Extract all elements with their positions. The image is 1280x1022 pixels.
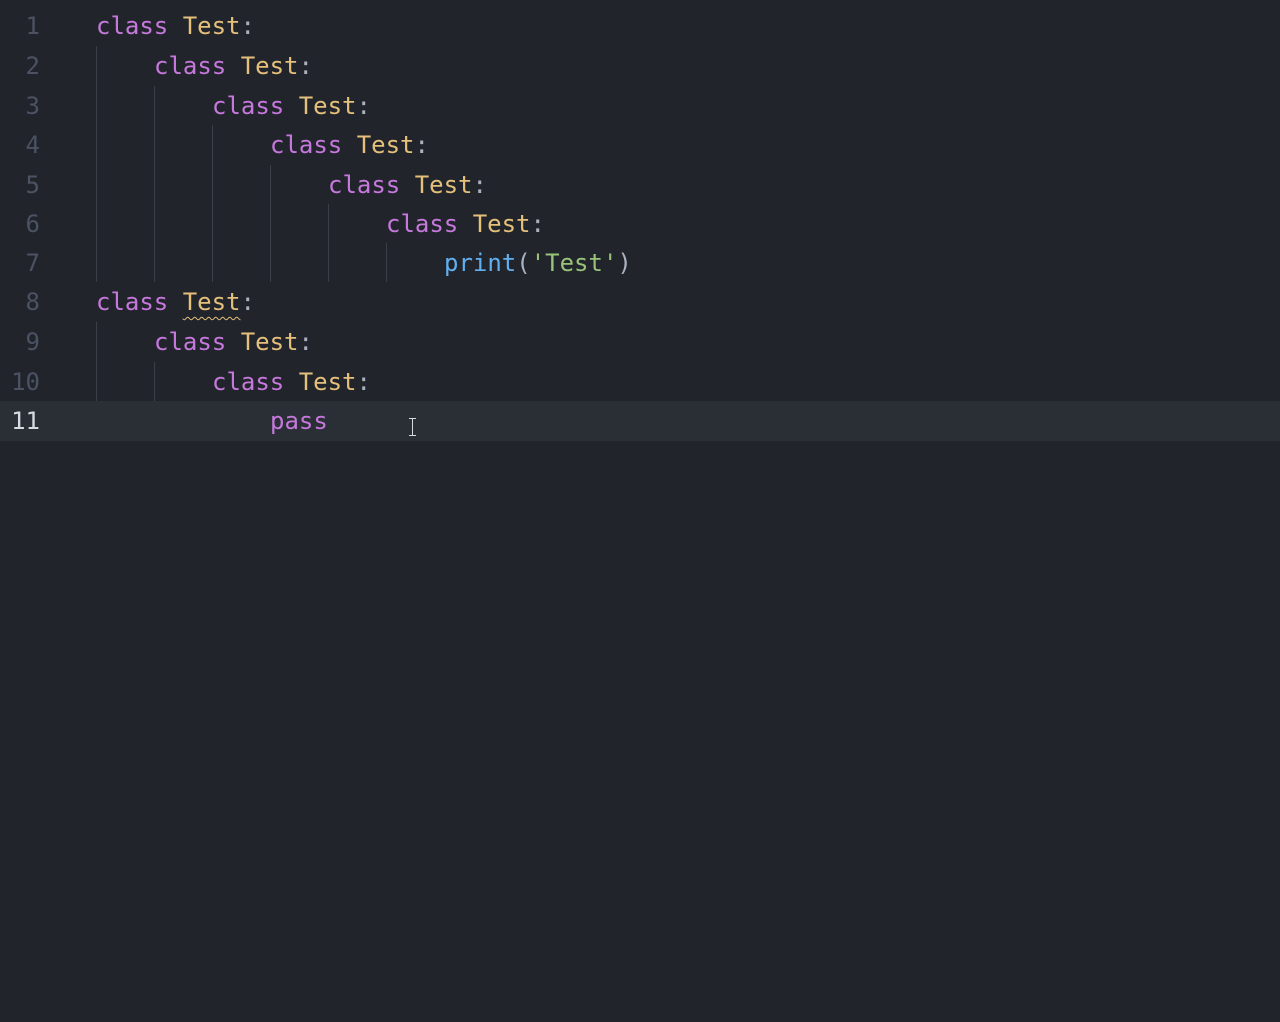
code-text: class Test: bbox=[154, 46, 313, 86]
keyword: class bbox=[154, 328, 227, 356]
function-name: print bbox=[444, 249, 517, 277]
code-text: class Test: bbox=[96, 6, 255, 46]
code-text: class Test: bbox=[154, 322, 313, 362]
class-name: Test bbox=[182, 12, 241, 40]
line-number: 3 bbox=[25, 92, 40, 120]
code-line[interactable]: 10 class Test: bbox=[0, 362, 1280, 402]
class-name: Test bbox=[472, 210, 531, 238]
punctuation: : bbox=[356, 368, 371, 396]
keyword: class bbox=[154, 52, 227, 80]
open-paren: ( bbox=[516, 249, 531, 277]
keyword: class bbox=[328, 171, 401, 199]
code-line[interactable]: 1 class Test: bbox=[0, 6, 1280, 46]
keyword: class bbox=[96, 12, 169, 40]
code-text: print('Test') bbox=[444, 243, 632, 283]
keyword: class bbox=[270, 131, 343, 159]
punctuation: : bbox=[298, 52, 313, 80]
punctuation: : bbox=[414, 131, 429, 159]
code-text: class Test: bbox=[212, 362, 371, 402]
string-literal: 'Test' bbox=[530, 249, 618, 277]
class-name: Test bbox=[356, 131, 415, 159]
line-number: 7 bbox=[25, 249, 40, 277]
line-number: 9 bbox=[25, 328, 40, 356]
code-text: class Test: bbox=[270, 125, 429, 165]
code-line[interactable]: 2 class Test: bbox=[0, 46, 1280, 86]
class-name: Test bbox=[240, 52, 299, 80]
code-text: class Test: bbox=[96, 282, 255, 322]
code-text: class Test: bbox=[212, 86, 371, 126]
line-number: 1 bbox=[25, 12, 40, 40]
punctuation: : bbox=[530, 210, 545, 238]
code-line[interactable]: 5 class Test: bbox=[0, 165, 1280, 205]
line-number: 5 bbox=[25, 171, 40, 199]
line-number: 6 bbox=[25, 210, 40, 238]
class-name: Test bbox=[240, 328, 299, 356]
code-line[interactable]: 6 class Test: bbox=[0, 204, 1280, 244]
keyword: class bbox=[212, 92, 285, 120]
line-number: 4 bbox=[25, 131, 40, 159]
class-name: Test bbox=[298, 368, 357, 396]
punctuation: : bbox=[298, 328, 313, 356]
text-cursor-icon bbox=[408, 418, 418, 436]
line-number: 10 bbox=[11, 368, 40, 396]
punctuation: : bbox=[240, 288, 255, 316]
class-name: Test bbox=[298, 92, 357, 120]
close-paren: ) bbox=[617, 249, 632, 277]
code-line[interactable]: 4 class Test: bbox=[0, 125, 1280, 165]
punctuation: : bbox=[472, 171, 487, 199]
code-editor[interactable]: 1 class Test: 2 class Test: 3 class Test… bbox=[0, 0, 1280, 1022]
code-text: pass bbox=[270, 401, 328, 441]
class-name: Test bbox=[414, 171, 473, 199]
line-number: 2 bbox=[25, 52, 40, 80]
code-line-current[interactable]: 11 pass bbox=[0, 401, 1280, 441]
code-line[interactable]: 3 class Test: bbox=[0, 86, 1280, 126]
punctuation: : bbox=[356, 92, 371, 120]
code-line[interactable]: 8 class Test: bbox=[0, 282, 1280, 322]
keyword: class bbox=[96, 288, 169, 316]
line-number-active: 11 bbox=[11, 407, 40, 435]
code-text: class Test: bbox=[386, 204, 545, 244]
line-number: 8 bbox=[25, 288, 40, 316]
class-name-warning[interactable]: Test bbox=[183, 288, 241, 316]
code-line[interactable]: 7 print('Test') bbox=[0, 243, 1280, 283]
code-text: class Test: bbox=[328, 165, 487, 205]
keyword: pass bbox=[270, 407, 328, 435]
punctuation: : bbox=[240, 12, 255, 40]
code-line[interactable]: 9 class Test: bbox=[0, 322, 1280, 362]
keyword: class bbox=[386, 210, 459, 238]
keyword: class bbox=[212, 368, 285, 396]
